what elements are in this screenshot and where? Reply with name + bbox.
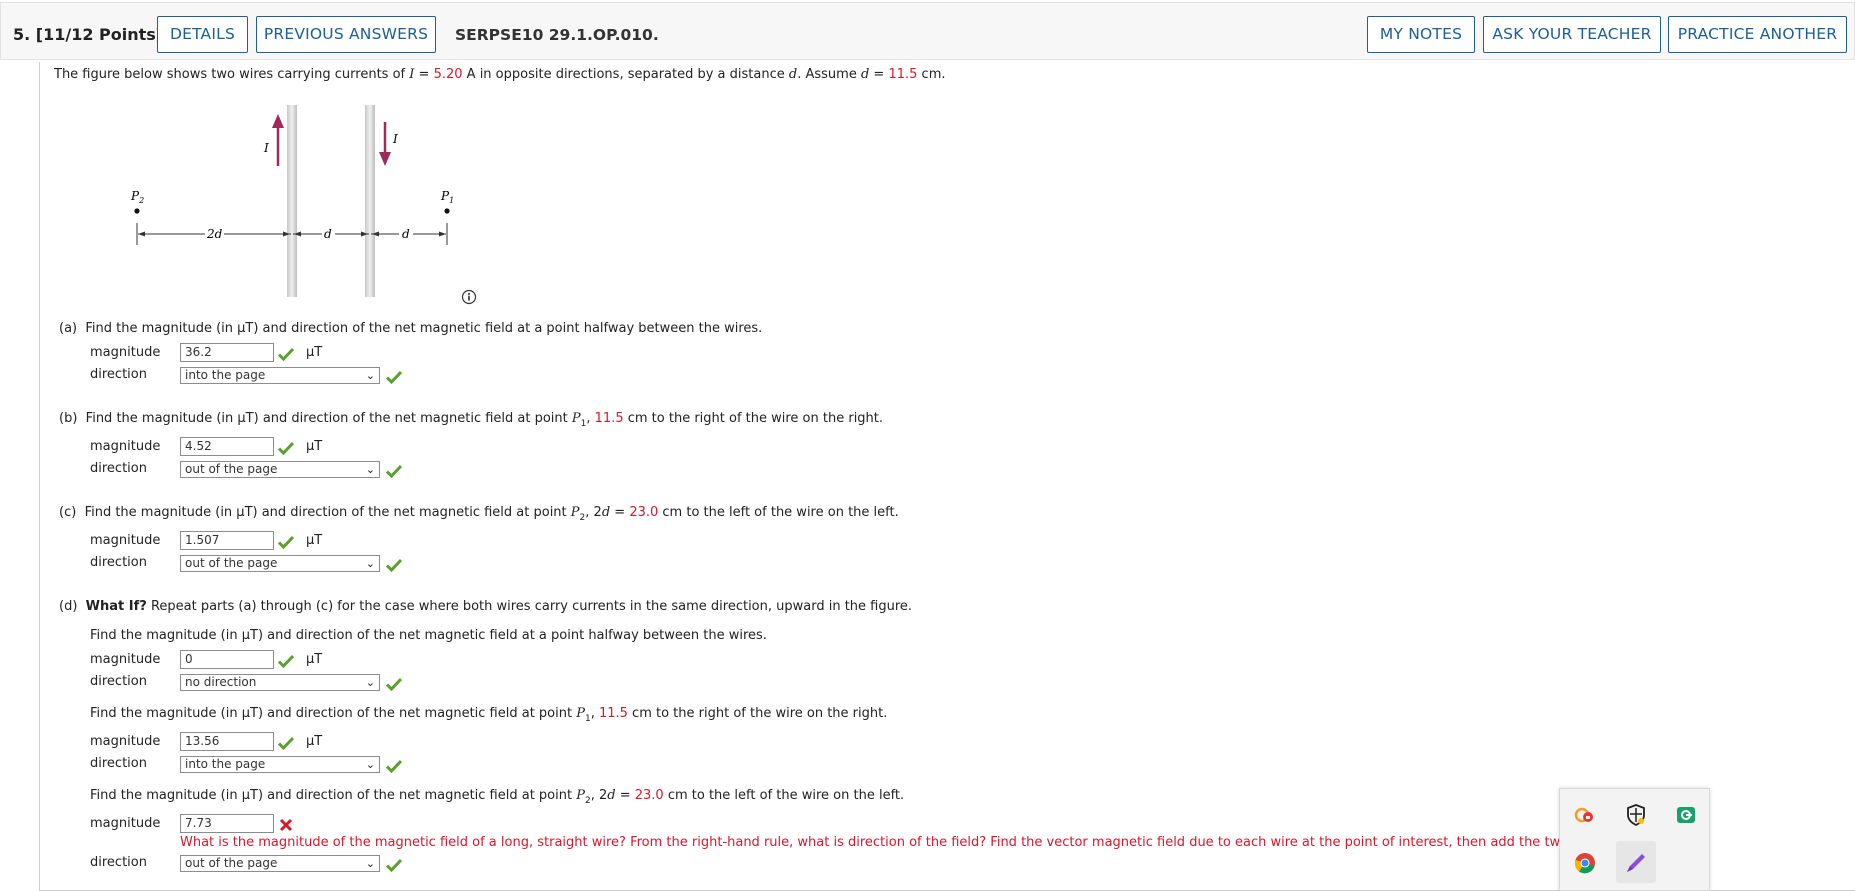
part-d1-direction-select[interactable]: no direction ⌄ (180, 674, 380, 691)
part-c-question: (c) Find the magnitude (in μT) and direc… (59, 505, 899, 523)
chrome-icon[interactable] (1573, 851, 1597, 875)
cloud-sync-icon[interactable] (1573, 803, 1597, 827)
ask-teacher-button[interactable]: ASK YOUR TEACHER (1483, 16, 1661, 53)
check-icon (386, 370, 402, 384)
info-icon[interactable] (461, 289, 477, 305)
wires-figure: I I P2 P1 2d d d (130, 105, 454, 297)
check-icon (386, 677, 402, 691)
part-d1-magnitude-input[interactable]: 0 (180, 650, 274, 669)
system-tray-overflow (1559, 788, 1710, 891)
current-up-arrow (272, 114, 284, 166)
dim-d-label-1: d (324, 227, 332, 241)
part-a-direction-select[interactable]: into the page ⌄ (180, 367, 380, 384)
intro-text: The figure below shows two wires carryin… (54, 67, 946, 82)
magnitude-label: magnitude (90, 439, 161, 454)
part-d2-direction-select[interactable]: into the page ⌄ (180, 756, 380, 773)
current-down-arrow (379, 122, 391, 166)
p1-label: P1 (440, 189, 454, 205)
distance-value: 11.5 (888, 67, 918, 82)
part-a-question: (a) Find the magnitude (in μT) and direc… (59, 321, 763, 336)
part-d3-magnitude-input[interactable]: 7.73 (180, 814, 274, 833)
remote-app-icon[interactable] (1674, 803, 1698, 827)
part-b-direction-select[interactable]: out of the page ⌄ (180, 461, 380, 478)
hint-text: What is the magnitude of the magnetic fi… (180, 835, 1644, 850)
chevron-down-icon: ⌄ (365, 676, 375, 689)
current-label-left: I (263, 141, 269, 155)
p2-label: P2 (130, 189, 144, 205)
chevron-down-icon: ⌄ (365, 857, 375, 870)
direction-label: direction (90, 756, 147, 771)
previous-answers-button[interactable]: PREVIOUS ANSWERS (256, 16, 436, 53)
details-button[interactable]: DETAILS (157, 16, 248, 53)
my-notes-button[interactable]: MY NOTES (1367, 16, 1475, 53)
dim-2d-label: 2d (206, 227, 223, 241)
part-d3-direction-select[interactable]: out of the page ⌄ (180, 855, 380, 872)
direction-label: direction (90, 674, 147, 689)
current-value: 5.20 (433, 67, 463, 82)
dim-d-label-2: d (402, 227, 410, 241)
chevron-down-icon: ⌄ (365, 758, 375, 771)
unit-label: μT (306, 533, 323, 548)
check-icon (278, 535, 294, 549)
shield-icon[interactable] (1624, 803, 1648, 827)
magnitude-label: magnitude (90, 652, 161, 667)
part-d-sub2-question: Find the magnitude (in μT) and direction… (90, 706, 888, 724)
problem-code: SERPSE10 29.1.OP.010. (455, 26, 659, 44)
check-icon (278, 441, 294, 455)
wrong-x-icon (279, 818, 293, 832)
part-d-sub3-question: Find the magnitude (in μT) and direction… (90, 788, 905, 806)
chevron-down-icon: ⌄ (365, 369, 375, 382)
part-a-magnitude-input[interactable]: 36.2 (180, 343, 274, 362)
point-p2 (134, 208, 140, 214)
check-icon (278, 347, 294, 361)
direction-label: direction (90, 855, 147, 870)
question-number: 5. [11/12 Points] (13, 25, 164, 44)
part-c-direction-select[interactable]: out of the page ⌄ (180, 555, 380, 572)
part-b-magnitude-input[interactable]: 4.52 (180, 437, 274, 456)
direction-label: direction (90, 367, 147, 382)
pen-icon[interactable] (1624, 851, 1648, 875)
question-header: 5. [11/12 Points] DETAILS PREVIOUS ANSWE… (0, 2, 1855, 60)
magnitude-label: magnitude (90, 734, 161, 749)
magnitude-label: magnitude (90, 816, 161, 831)
part-d-sub1-question: Find the magnitude (in μT) and direction… (90, 628, 767, 643)
point-p1 (444, 208, 450, 214)
check-icon (386, 858, 402, 872)
check-icon (386, 558, 402, 572)
part-d2-magnitude-input[interactable]: 13.56 (180, 732, 274, 751)
part-b-question: (b) Find the magnitude (in μT) and direc… (59, 411, 884, 429)
direction-label: direction (90, 555, 147, 570)
check-icon (278, 654, 294, 668)
chevron-down-icon: ⌄ (365, 557, 375, 570)
part-c-magnitude-input[interactable]: 1.507 (180, 531, 274, 550)
unit-label: μT (306, 439, 323, 454)
left-wire (287, 105, 297, 297)
check-icon (386, 464, 402, 478)
right-wire (365, 105, 375, 297)
practice-another-button[interactable]: PRACTICE ANOTHER (1668, 16, 1847, 53)
unit-label: μT (306, 345, 323, 360)
chevron-down-icon: ⌄ (365, 463, 375, 476)
part-d-question: (d) What If? Repeat parts (a) through (c… (59, 599, 913, 614)
check-icon (386, 759, 402, 773)
check-icon (278, 736, 294, 750)
current-label-right: I (392, 132, 398, 146)
unit-label: μT (306, 734, 323, 749)
magnitude-label: magnitude (90, 345, 161, 360)
magnitude-label: magnitude (90, 533, 161, 548)
unit-label: μT (306, 652, 323, 667)
direction-label: direction (90, 461, 147, 476)
